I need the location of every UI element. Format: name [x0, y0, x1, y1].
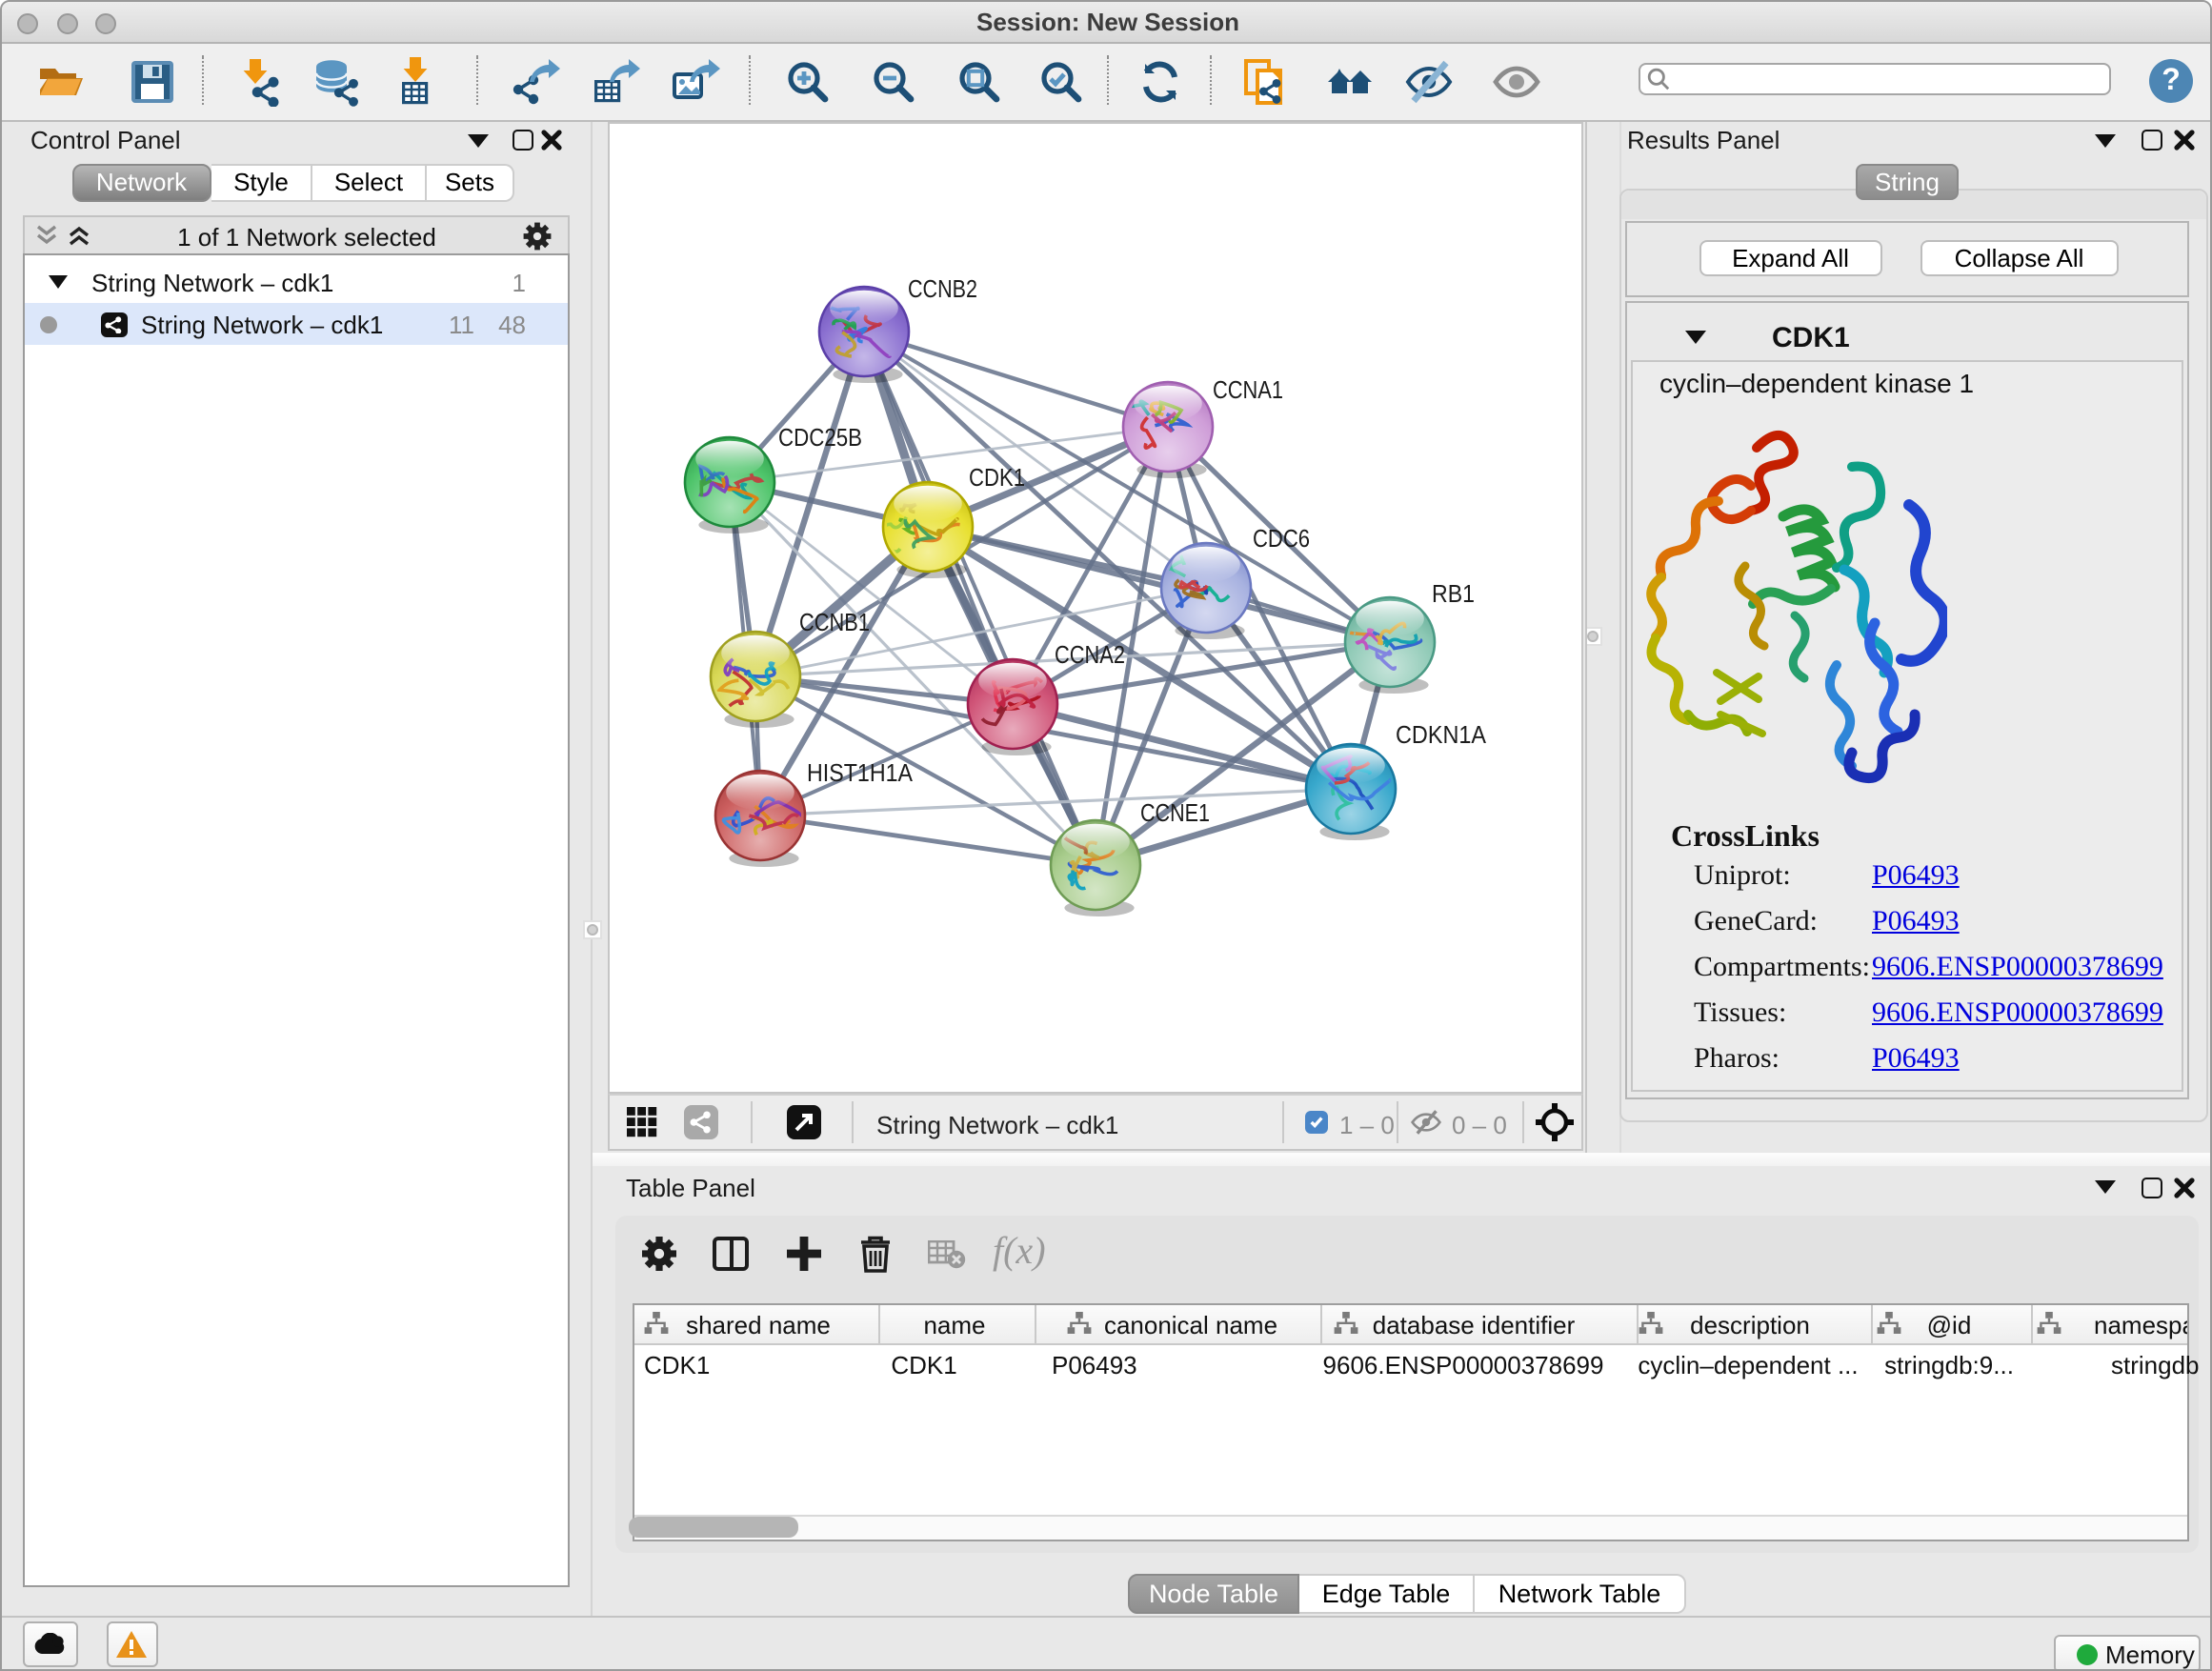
svg-text:RB1: RB1 — [1431, 579, 1474, 608]
svg-text:CDC6: CDC6 — [1252, 524, 1309, 553]
svg-text:CCNB2: CCNB2 — [907, 274, 976, 303]
svg-text:CDK1: CDK1 — [968, 463, 1024, 492]
svg-text:CDC25B: CDC25B — [777, 423, 861, 452]
svg-text:CCNE1: CCNE1 — [1139, 798, 1209, 827]
svg-text:CCNA2: CCNA2 — [1054, 640, 1124, 669]
svg-text:CDKN1A: CDKN1A — [1395, 720, 1486, 749]
svg-text:CCNA1: CCNA1 — [1212, 375, 1282, 404]
svg-text:HIST1H1A: HIST1H1A — [806, 758, 913, 787]
svg-text:CCNB1: CCNB1 — [798, 608, 869, 636]
